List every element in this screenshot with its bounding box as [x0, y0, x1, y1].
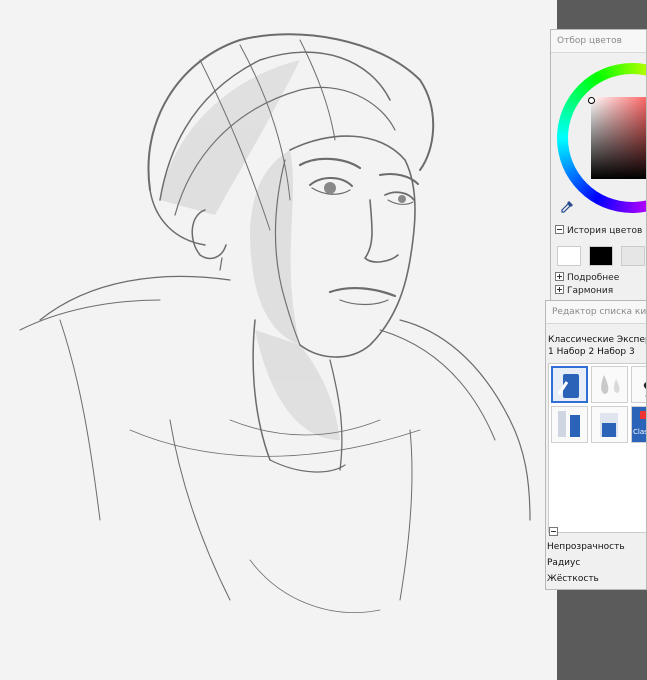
- brush-thumb-1[interactable]: [551, 366, 588, 403]
- properties-collapse[interactable]: [549, 527, 561, 540]
- brush-thumb-2[interactable]: [591, 366, 628, 403]
- opacity-property[interactable]: Непрозрачность: [547, 540, 625, 554]
- color-picker-panel: Отбор цветов История цветов Подробнее Га…: [550, 29, 647, 301]
- marker-brush-icon: [558, 411, 580, 437]
- water-drop-brush-icon: [601, 375, 620, 394]
- color-marker[interactable]: [588, 97, 595, 104]
- brush-category-tabs[interactable]: Классические Эксперимен: [548, 334, 646, 346]
- more-label: Подробнее: [567, 273, 620, 283]
- brush-set-tabs[interactable]: 1 Набор 2 Набор 3: [548, 346, 635, 358]
- classic-brush-label: Clas: [633, 428, 647, 436]
- harmony-section-header[interactable]: Гармония: [555, 285, 613, 298]
- brush-thumbnail-grid[interactable]: Clas: [548, 363, 647, 533]
- brush-list-editor-panel: Редактор списка кистей Классические Эксп…: [545, 300, 647, 590]
- brush-thumb-4[interactable]: [551, 406, 588, 443]
- saturation-value-square[interactable]: [591, 97, 646, 179]
- pencil-portrait-sketch: [19, 33, 531, 613]
- expand-icon[interactable]: [555, 285, 564, 294]
- collapse-icon[interactable]: [555, 225, 564, 234]
- expand-icon[interactable]: [555, 272, 564, 281]
- drawing-canvas[interactable]: [0, 0, 557, 680]
- more-section-header[interactable]: Подробнее: [555, 272, 619, 285]
- brush-thumb-6[interactable]: Clas: [631, 406, 647, 443]
- color-history-header[interactable]: История цветов: [555, 225, 642, 238]
- collapse-icon[interactable]: [549, 527, 558, 536]
- history-swatch-2[interactable]: [589, 246, 613, 266]
- classic-brush-icon: [632, 407, 646, 442]
- history-swatch-1[interactable]: [557, 246, 581, 266]
- color-history-label: История цветов: [567, 226, 643, 236]
- harmony-label: Гармония: [567, 286, 614, 296]
- brush-thumb-5[interactable]: [591, 406, 628, 443]
- history-swatch-3[interactable]: [621, 246, 645, 266]
- tube-brush-icon: [600, 413, 618, 437]
- brush-panel-title[interactable]: Редактор списка кистей: [546, 301, 646, 324]
- pencil-brush-icon: [553, 368, 586, 401]
- hardness-property[interactable]: Жёсткость: [547, 572, 599, 586]
- squiggle-brush-icon: [643, 382, 646, 397]
- eyedropper-icon[interactable]: [560, 200, 574, 214]
- brush-thumb-3[interactable]: [631, 366, 646, 403]
- color-panel-title[interactable]: Отбор цветов: [551, 30, 646, 53]
- radius-property[interactable]: Радиус: [547, 556, 580, 570]
